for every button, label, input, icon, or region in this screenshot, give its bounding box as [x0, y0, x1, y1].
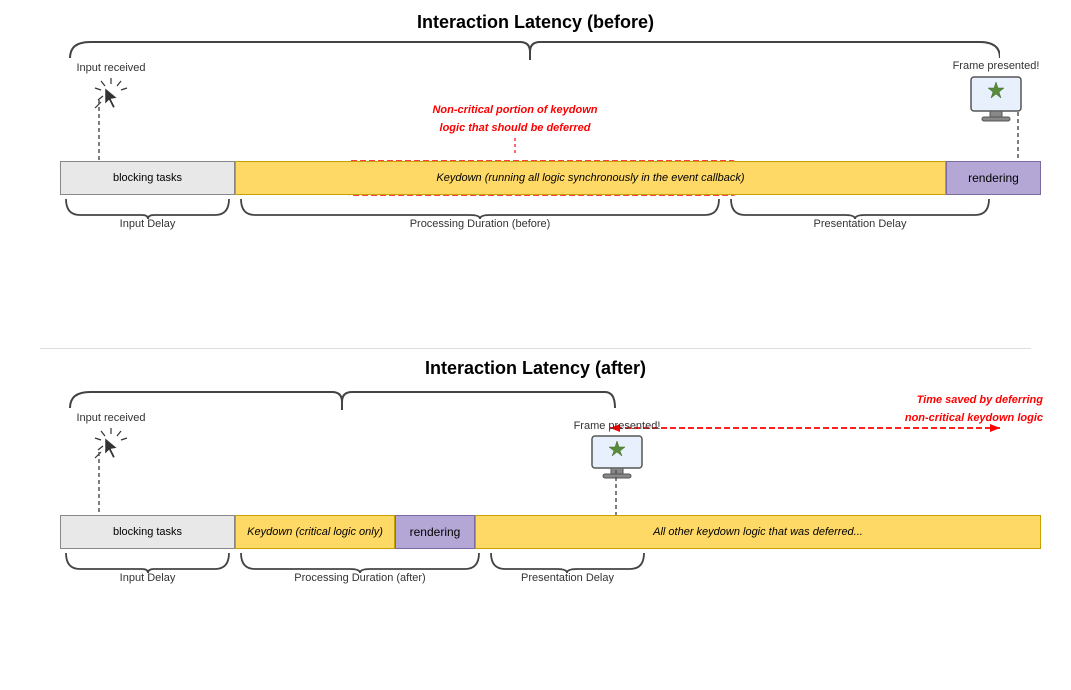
top-timeline: blocking tasks Keydown (running all logi… [60, 161, 1041, 197]
top-input-received: Input received [76, 62, 146, 115]
bottom-presentation-label: Presentation Delay [485, 572, 650, 584]
top-overall-brace [60, 38, 1000, 60]
top-input-delay-brace [60, 197, 235, 219]
bottom-input-dashed-line [98, 452, 100, 522]
top-rendering-block: rendering [946, 161, 1041, 195]
top-noncritical-annotation: Non-critical portion of keydown logic th… [380, 100, 650, 156]
bottom-frame-presented: Frame presented! [572, 420, 662, 485]
top-input-dashed-line [98, 100, 100, 170]
bottom-input-delay-label: Input Delay [60, 572, 235, 584]
divider [40, 348, 1031, 349]
bottom-title: Interaction Latency (after) [425, 358, 646, 378]
noncritical-label: Non-critical portion of keydown logic th… [432, 104, 597, 134]
noncritical-arrow [380, 138, 650, 156]
bottom-overall-brace [60, 388, 625, 410]
bottom-input-delay-brace [60, 551, 235, 573]
bottom-processing-brace [235, 551, 485, 573]
top-input-delay-label: Input Delay [60, 218, 235, 230]
bottom-presentation-brace [485, 551, 650, 573]
top-processing-label: Processing Duration (before) [235, 218, 725, 230]
bottom-rendering-block: rendering [395, 515, 475, 549]
bottom-processing-label: Processing Duration (after) [235, 572, 485, 584]
bottom-blocking-tasks-block: blocking tasks [60, 515, 235, 549]
top-processing-brace [235, 197, 725, 219]
top-presentation-brace [725, 197, 995, 219]
bottom-input-received: Input received [76, 412, 146, 465]
top-presentation-label: Presentation Delay [725, 218, 995, 230]
monitor-icon-bottom [588, 434, 646, 482]
time-saved-arrow [610, 420, 1000, 436]
top-frame-presented: Frame presented! [951, 60, 1041, 127]
bottom-keydown-block: Keydown (critical logic only) [235, 515, 395, 549]
top-keydown-block: Keydown (running all logic synchronously… [235, 161, 946, 195]
bottom-timeline: blocking tasks Keydown (critical logic o… [60, 515, 1041, 551]
top-blocking-tasks-block: blocking tasks [60, 161, 235, 195]
main-container: Interaction Latency (before) Input recei… [0, 0, 1071, 690]
top-title: Interaction Latency (before) [417, 12, 654, 32]
bottom-deferred-block: All other keydown logic that was deferre… [475, 515, 1041, 549]
